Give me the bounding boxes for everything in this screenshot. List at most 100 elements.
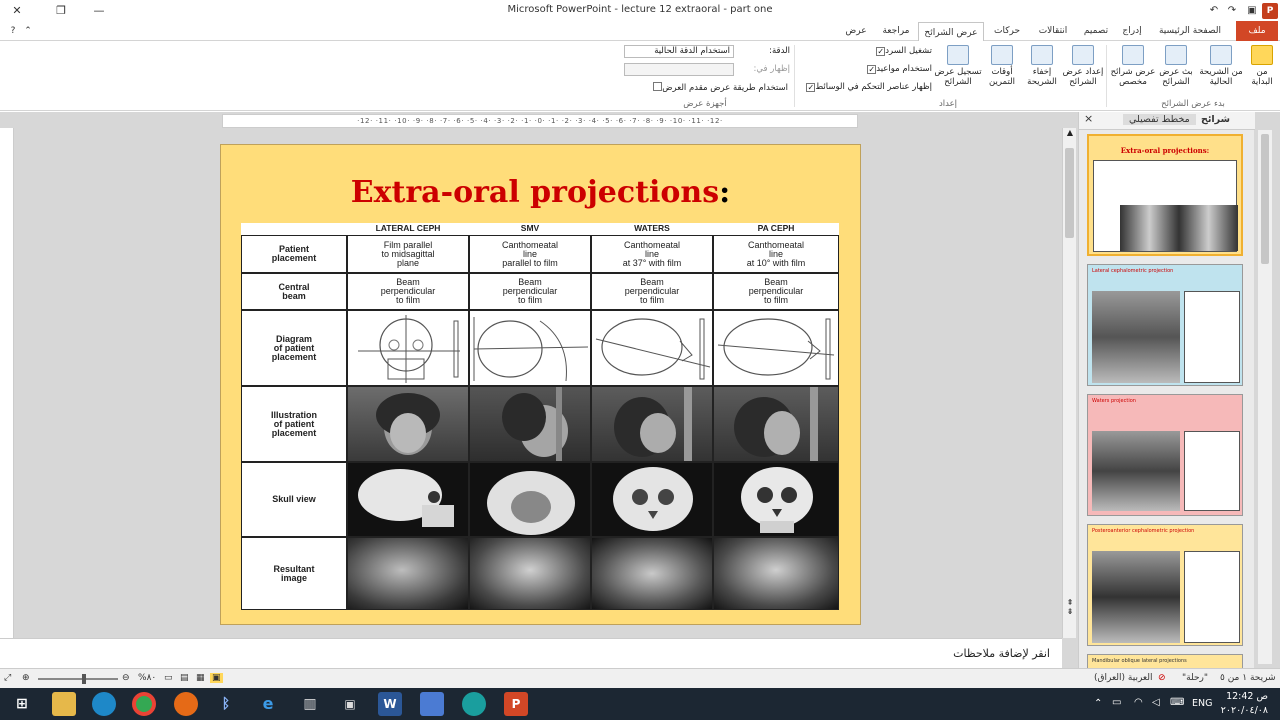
hide-slide-button[interactable]: إخفاء الشريحة — [1024, 45, 1060, 87]
scroll-thumb[interactable] — [1065, 148, 1074, 238]
fit-slide-icon[interactable]: ⤢ — [4, 673, 11, 683]
prev-next-slide-icon[interactable]: ⇞ ⇟ — [1065, 598, 1075, 616]
setup-show-button[interactable]: إعداد عرض الشرائح — [1062, 45, 1104, 87]
checkbox-checked-icon: ✓ — [867, 65, 877, 74]
monitors-group-label: أجهزة عرض — [683, 99, 727, 109]
zoom-level[interactable]: %٨٠ — [138, 673, 156, 683]
windows-start-icon[interactable]: ⊞ — [10, 692, 34, 716]
broadcast-button[interactable]: بث عرض الشرائح — [1156, 45, 1196, 87]
tab-outline-pane[interactable]: مخطط تفصيلي — [1123, 114, 1196, 125]
notes-pane[interactable]: انقر لإضافة ملاحظات — [0, 638, 1062, 668]
from-current-button[interactable]: من الشريحة الحالية — [1196, 45, 1246, 87]
resolution-label: الدقة: — [769, 46, 790, 56]
column-header: LATERAL CEPH — [375, 223, 441, 233]
tab-file[interactable]: ملف — [1236, 21, 1278, 41]
close-pane-icon[interactable]: × — [1084, 112, 1093, 125]
proofing-icon[interactable]: ⊘ — [1158, 673, 1166, 683]
thumbnail-scrollbar[interactable] — [1258, 130, 1272, 664]
edge-icon[interactable]: e — [256, 692, 280, 716]
slideshow-view-icon[interactable]: ▭ — [164, 673, 173, 683]
show-media-controls-checkbox[interactable]: إظهار عناصر التحكم في الوسائط✓ — [790, 82, 932, 92]
wifi-icon[interactable]: ◠ — [1134, 697, 1143, 708]
store-icon[interactable]: ▣ — [338, 692, 362, 716]
thumb-images — [1120, 205, 1238, 251]
tab-view[interactable]: عرض — [840, 21, 872, 41]
slide-vertical-scrollbar[interactable]: ▲ ⇞ ⇟ — [1062, 128, 1076, 638]
scroll-thumb[interactable] — [1261, 134, 1269, 264]
tab-home[interactable]: الصفحة الرئيسية — [1150, 21, 1230, 41]
resolution-dropdown[interactable]: استخدام الدقة الحالية — [624, 45, 734, 58]
tab-review[interactable]: مراجعة — [876, 21, 916, 41]
vertical-ruler — [0, 128, 14, 638]
windows-taskbar: ⊞ ᛒ e ▥ ▣ W P ⌃ ▭ ◠ ◁ ⌨ ENG 12:42 ص ٢٠٢٠… — [0, 688, 1280, 720]
slide-thumbnail-5[interactable]: Mandibular oblique lateral projections — [1087, 654, 1243, 668]
use-timings-checkbox[interactable]: استخدام مواعيد✓ — [800, 64, 932, 74]
slide-thumbnail-1[interactable]: Extra-oral projections: — [1087, 134, 1243, 256]
film-icon[interactable]: ▥ — [298, 692, 322, 716]
ribbon-tabs: ? ⌃ ملف الصفحة الرئيسية إدراج تصميم انتق… — [0, 21, 1280, 42]
battery-icon[interactable]: ▭ — [1112, 697, 1121, 708]
rehearse-timings-button[interactable]: أوقات التمرين — [984, 45, 1020, 87]
presenter-view-checkbox[interactable]: استخدام طريقة عرض مقدم العرض — [620, 82, 788, 93]
redo-icon[interactable]: ↷ — [1224, 3, 1240, 19]
tab-design[interactable]: تصميم — [1078, 21, 1114, 41]
group-separator — [1106, 45, 1107, 107]
tab-slideshow[interactable]: عرض الشرائح — [918, 22, 984, 42]
start-group-label: بدء عرض الشرائح — [1161, 99, 1225, 109]
from-beginning-button[interactable]: من البداية — [1246, 45, 1278, 87]
slide-canvas[interactable]: Extra-oral projections: LATERAL CEPH SMV… — [220, 144, 861, 625]
browser-icon[interactable] — [92, 692, 116, 716]
tab-transitions[interactable]: انتقالات — [1030, 21, 1076, 41]
slide-title[interactable]: Extra-oral projections: — [221, 175, 860, 210]
custom-show-icon — [1122, 45, 1144, 65]
thumb-title: Mandibular oblique lateral projections — [1092, 658, 1187, 664]
table-cell: Film parallel to midsagittal plane — [347, 235, 469, 273]
bluetooth-icon[interactable]: ᛒ — [214, 692, 238, 716]
scroll-up-icon[interactable]: ▲ — [1065, 128, 1075, 140]
notes-placeholder[interactable]: انقر لإضافة ملاحظات — [953, 647, 1050, 660]
projection-table[interactable]: LATERAL CEPH SMV WATERS PA CEPH Patient … — [241, 223, 839, 610]
save-icon[interactable]: ▣ — [1244, 3, 1260, 19]
sorter-view-icon[interactable]: ▦ — [196, 673, 205, 683]
zoom-slider[interactable] — [38, 674, 118, 684]
play-narrations-checkbox[interactable]: تشغيل السرد✓ — [800, 46, 932, 56]
normal-view-icon[interactable]: ▣ — [210, 673, 223, 683]
column-header: PA CEPH — [757, 223, 795, 233]
zoom-out-icon[interactable]: ⊖ — [122, 673, 130, 683]
input-language[interactable]: ENG — [1192, 698, 1212, 709]
ribbon-collapse-icon[interactable]: ⌃ — [22, 21, 34, 41]
undo-icon[interactable]: ↶ — [1206, 3, 1222, 19]
zoom-in-icon[interactable]: ⊕ — [22, 673, 30, 683]
help-icon[interactable]: ? — [6, 21, 20, 41]
file-explorer-icon[interactable] — [52, 692, 76, 716]
reading-view-icon[interactable]: ▤ — [180, 673, 189, 683]
firefox-icon[interactable] — [174, 692, 198, 716]
slide-thumbnail-2[interactable]: Lateral cephalometric projection — [1087, 264, 1243, 386]
table-cell: Canthomeatal line at 37° with film — [591, 235, 713, 273]
clock-date[interactable]: ٢٠٢٠/٠٤/٠٨ — [1212, 705, 1268, 716]
zoom-slider-thumb[interactable] — [82, 674, 86, 684]
ime-icon[interactable]: ⌨ — [1170, 697, 1184, 708]
show-on-label: إظهار في: — [753, 64, 790, 74]
powerpoint-icon[interactable]: P — [504, 692, 528, 716]
tab-insert[interactable]: إدراج — [1116, 21, 1148, 41]
chrome-icon[interactable] — [132, 692, 156, 716]
thumb-title: Waters projection — [1092, 398, 1136, 404]
pane-tabs: شرائح مخطط تفصيلي × — [1079, 112, 1255, 130]
app-icon[interactable] — [420, 692, 444, 716]
language-status[interactable]: العربية (العراق) — [1094, 673, 1153, 683]
record-show-button[interactable]: تسجيل عرض الشرائح — [934, 45, 982, 87]
word-icon[interactable]: W — [378, 692, 402, 716]
volume-icon[interactable]: ◁ — [1152, 697, 1160, 708]
slide-thumbnail-3[interactable]: Waters projection — [1087, 394, 1243, 516]
slide-thumbnail-4[interactable]: Posteroanterior cephalometric projection — [1087, 524, 1243, 646]
custom-show-button[interactable]: عرض شرائح مخصص — [1110, 45, 1156, 87]
app-icon[interactable] — [462, 692, 486, 716]
tab-slides-pane[interactable]: شرائح — [1201, 114, 1230, 125]
clock-time[interactable]: 12:42 ص — [1222, 691, 1268, 702]
show-on-dropdown[interactable] — [624, 63, 734, 76]
tray-chevron-icon[interactable]: ⌃ — [1094, 698, 1102, 709]
theme-name: "رحلة" — [1182, 673, 1208, 683]
tab-animations[interactable]: حركات — [988, 21, 1026, 41]
table-cell: Canthomeatal line parallel to film — [469, 235, 591, 273]
